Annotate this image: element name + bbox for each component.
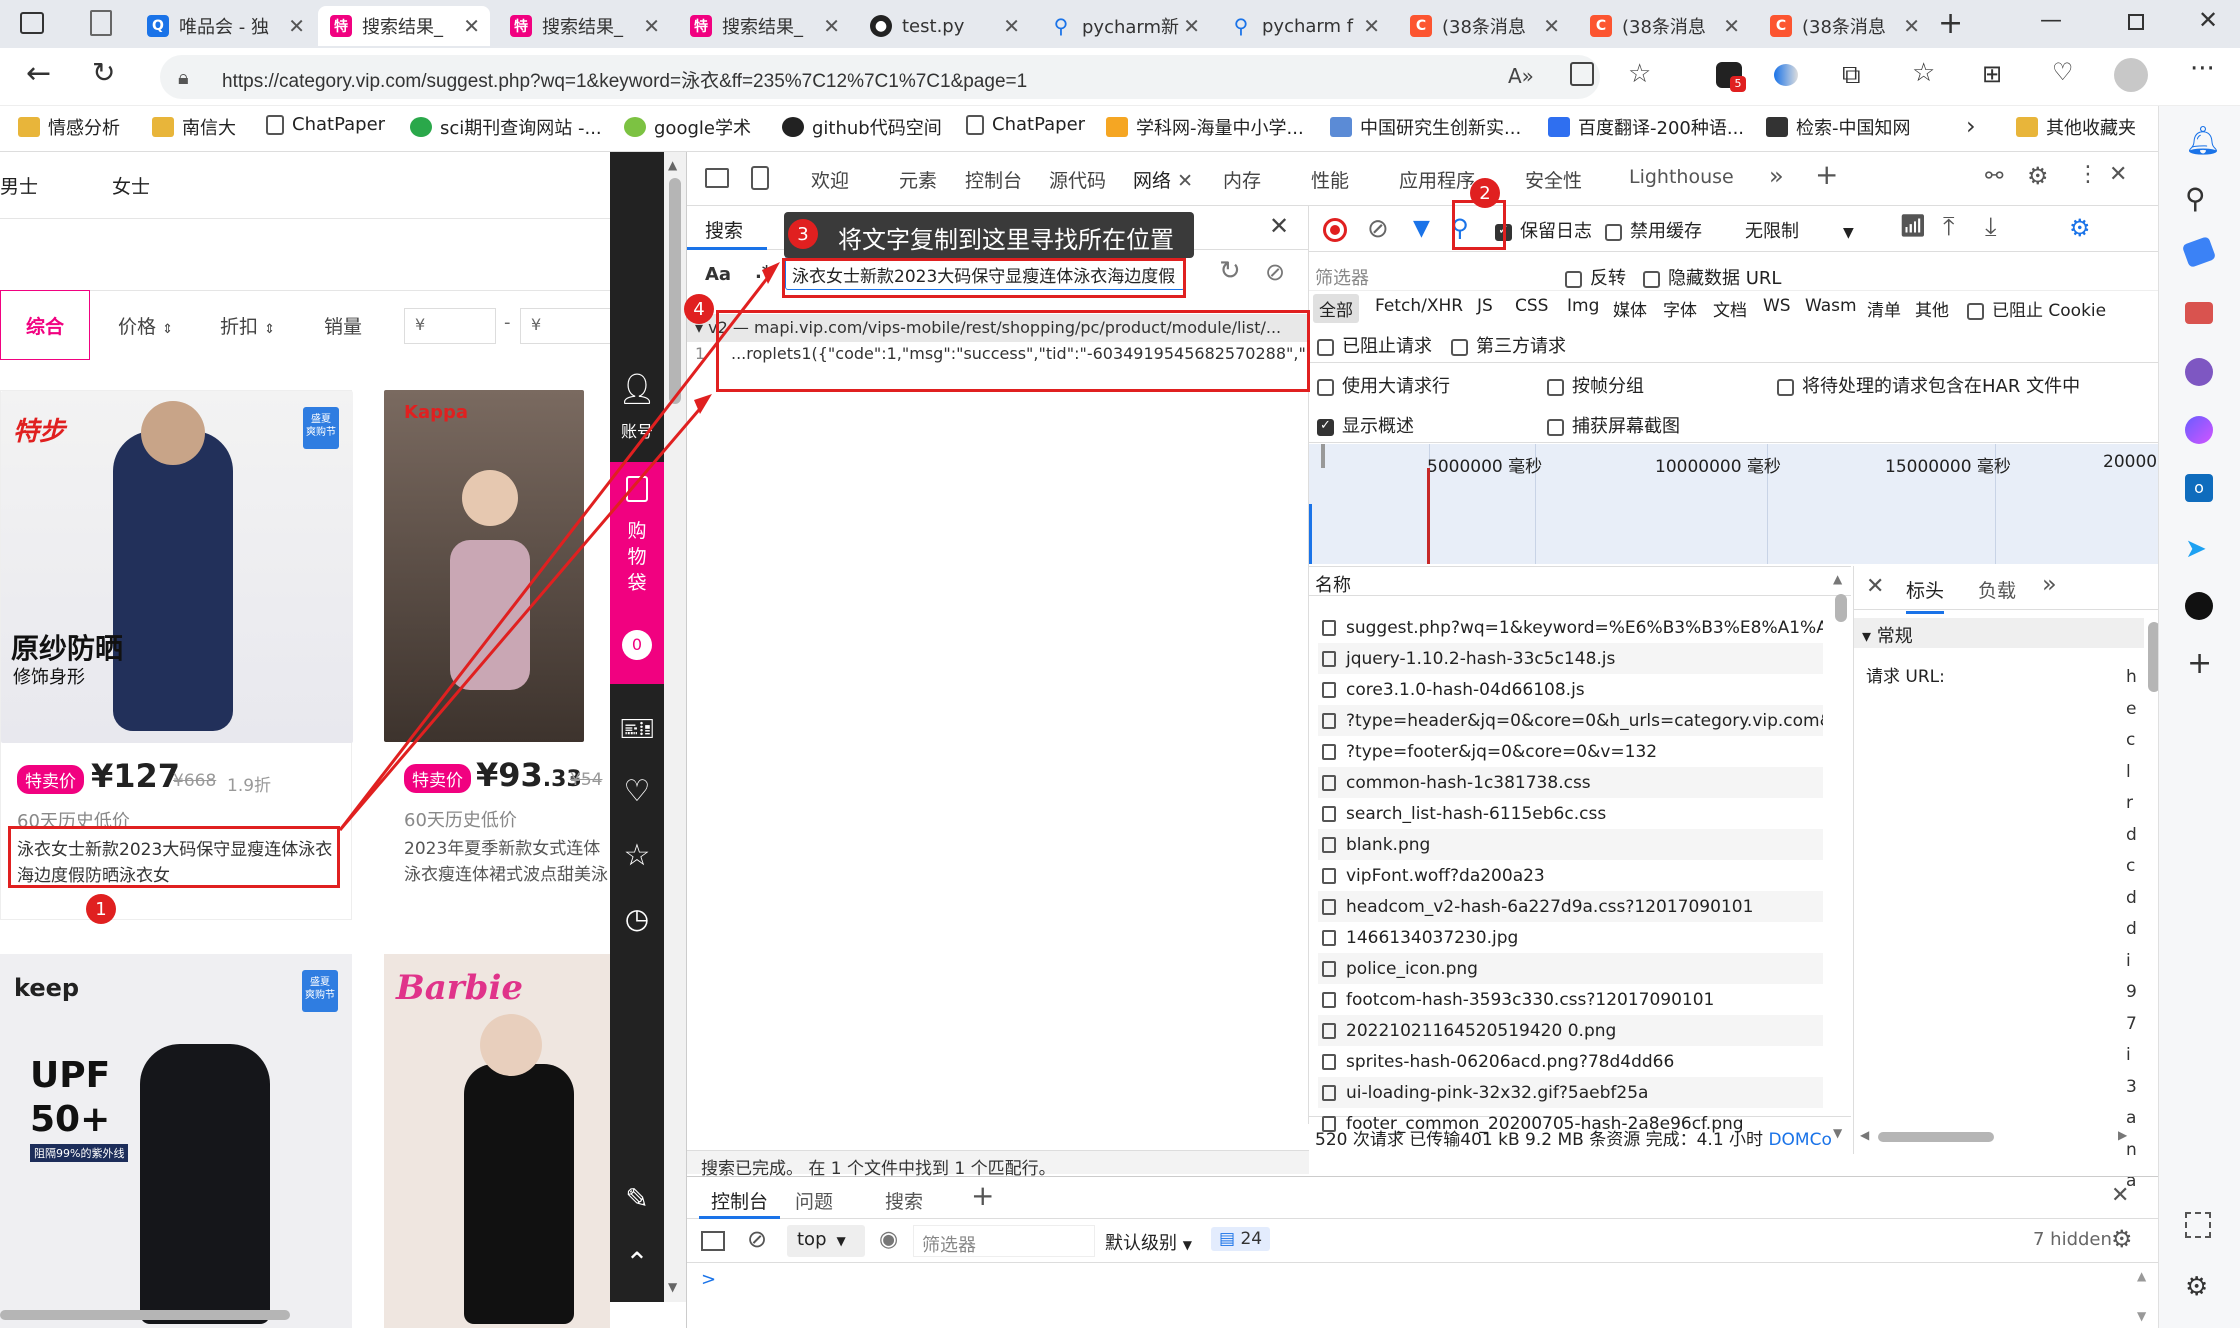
annotation-arrows [338,262,780,831]
arrow-line-1 [338,403,706,831]
arrow-line-2 [338,271,774,831]
